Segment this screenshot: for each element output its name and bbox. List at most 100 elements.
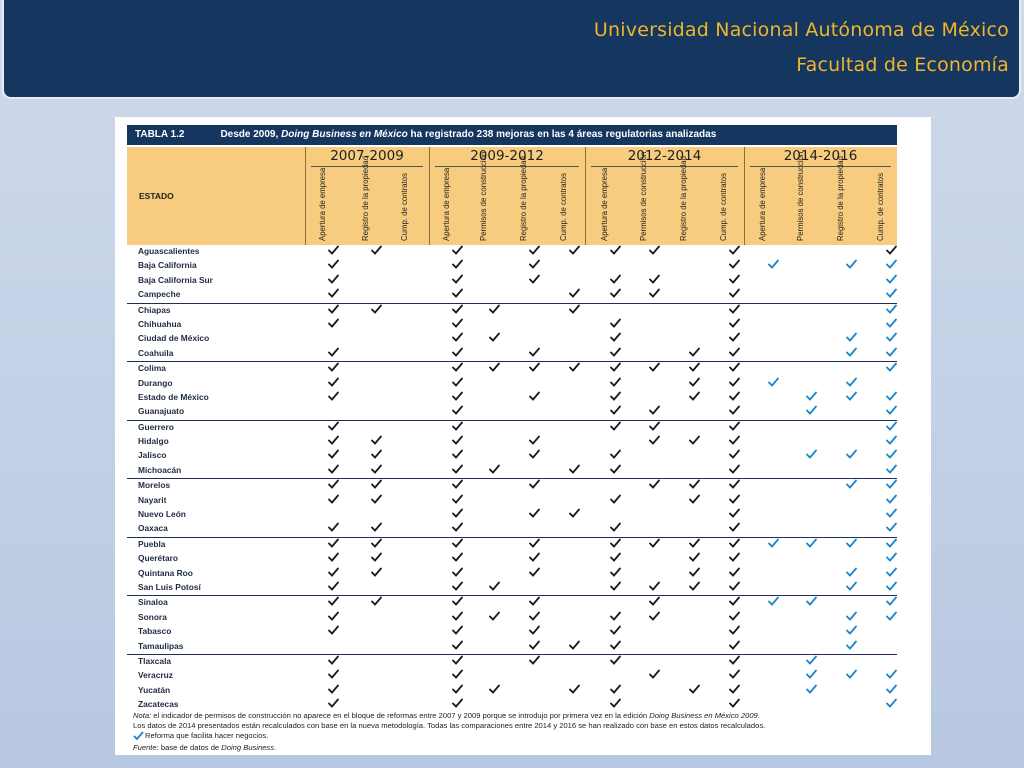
- table-row: Baja California Sur: [127, 274, 897, 288]
- state-name: Coahuila: [138, 347, 174, 358]
- check-icon: [729, 464, 741, 477]
- check-icon: [452, 421, 464, 434]
- check-icon: [729, 611, 741, 624]
- check-icon: [452, 377, 464, 390]
- check-icon: [452, 362, 464, 375]
- note-1-post: .: [757, 711, 760, 720]
- check-icon: [610, 655, 622, 668]
- check-icon: [371, 304, 383, 317]
- check-icon: [729, 421, 741, 434]
- check-icon: [371, 596, 383, 609]
- blue-check-icon: [886, 698, 898, 711]
- table-row: Durango: [127, 377, 897, 391]
- blue-check-icon: [846, 391, 858, 404]
- state-name: Chihuahua: [138, 318, 182, 329]
- blue-check-icon: [886, 669, 898, 682]
- check-icon: [610, 464, 622, 477]
- check-icon: [610, 332, 622, 345]
- check-icon: [569, 288, 581, 301]
- check-icon: [371, 464, 383, 477]
- legend-check-icon: [133, 731, 145, 743]
- blue-check-icon: [886, 494, 898, 507]
- state-name: Querétaro: [138, 553, 179, 564]
- check-icon: [729, 596, 741, 609]
- state-name: Veracruz: [138, 670, 173, 681]
- check-icon: [689, 684, 701, 697]
- check-icon: [452, 318, 464, 331]
- check-icon: [328, 655, 340, 668]
- check-icon: [328, 347, 340, 360]
- state-name: Sonora: [138, 611, 167, 622]
- table-row: Baja California: [127, 259, 897, 273]
- check-icon: [328, 494, 340, 507]
- check-icon: [328, 538, 340, 551]
- check-icon: [452, 405, 464, 418]
- table-row: Tlaxcala: [127, 653, 897, 669]
- blue-check-icon: [886, 362, 898, 375]
- check-icon: [328, 479, 340, 492]
- check-icon: [610, 421, 622, 434]
- check-icon: [328, 552, 340, 565]
- table-row: Oaxaca: [127, 522, 897, 536]
- check-icon: [371, 538, 383, 551]
- check-icon: [371, 435, 383, 448]
- check-icon: [371, 552, 383, 565]
- check-icon: [649, 435, 661, 448]
- state-name: Nuevo León: [138, 509, 186, 520]
- check-icon: [610, 288, 622, 301]
- blue-check-icon: [886, 332, 898, 345]
- check-icon: [529, 655, 541, 668]
- blue-check-icon: [806, 596, 818, 609]
- check-icon: [371, 522, 383, 535]
- check-icon: [569, 304, 581, 317]
- check-icon: [610, 377, 622, 390]
- table-row: Morelos: [127, 478, 897, 493]
- check-icon: [452, 347, 464, 360]
- check-icon: [328, 288, 340, 301]
- check-icon: [610, 318, 622, 331]
- blue-check-icon: [886, 347, 898, 360]
- check-icon: [489, 581, 501, 594]
- check-icon: [569, 362, 581, 375]
- check-icon: [452, 332, 464, 345]
- check-icon: [452, 259, 464, 272]
- check-icon: [610, 362, 622, 375]
- check-icon: [328, 596, 340, 609]
- table-row: San Luis Potosí: [127, 581, 897, 595]
- check-icon: [729, 377, 741, 390]
- check-icon: [371, 449, 383, 462]
- blue-check-icon: [846, 377, 858, 390]
- check-icon: [489, 362, 501, 375]
- check-icon: [729, 449, 741, 462]
- blue-check-icon: [806, 669, 818, 682]
- check-icon: [610, 611, 622, 624]
- period-underline: [591, 166, 738, 167]
- check-icon: [729, 640, 741, 653]
- check-icon: [328, 567, 340, 580]
- blue-check-icon: [846, 669, 858, 682]
- check-icon: [328, 318, 340, 331]
- blue-check-icon: [886, 288, 898, 301]
- table-row: Sinaloa: [127, 595, 897, 610]
- table-row: Coahuila: [127, 347, 897, 361]
- check-icon: [729, 304, 741, 317]
- check-icon: [371, 567, 383, 580]
- check-icon: [729, 259, 741, 272]
- state-name: Campeche: [138, 289, 181, 300]
- check-icon: [452, 274, 464, 287]
- check-icon: [529, 391, 541, 404]
- check-icon: [569, 640, 581, 653]
- check-icon: [328, 304, 340, 317]
- check-icon: [452, 245, 464, 258]
- table-row: Puebla: [127, 536, 897, 552]
- check-icon: [689, 377, 701, 390]
- check-icon: [610, 567, 622, 580]
- check-icon: [328, 698, 340, 711]
- check-icon: [610, 684, 622, 697]
- check-icon: [452, 669, 464, 682]
- column-header: Registro de la propiedad: [836, 156, 845, 241]
- state-name: Guerrero: [138, 421, 174, 432]
- blue-check-icon: [806, 449, 818, 462]
- check-icon: [649, 669, 661, 682]
- check-icon: [729, 552, 741, 565]
